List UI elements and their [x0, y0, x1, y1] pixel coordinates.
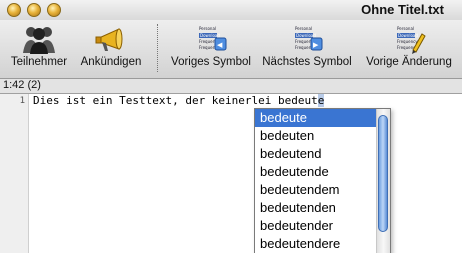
- announce-label: Ankündigen: [80, 56, 142, 68]
- participants-button[interactable]: Teilnehmer: [6, 24, 72, 68]
- autocomplete-item[interactable]: bedeutendem: [255, 181, 377, 199]
- status-bar: 1:42 (2): [0, 79, 462, 94]
- next-symbol-icon: Personal Download Frequency Frequency ▶: [295, 26, 323, 51]
- svg-text:◀: ◀: [217, 41, 223, 49]
- autocomplete-item[interactable]: bedeuten: [255, 127, 377, 145]
- previous-symbol-label: Voriges Symbol: [171, 56, 251, 68]
- line-text: Dies ist ein Testtext, der keinerlei bed…: [33, 94, 318, 107]
- autocomplete-item[interactable]: bedeutend: [255, 145, 377, 163]
- megaphone-icon: [95, 28, 123, 51]
- previous-change-button[interactable]: Personal Download Frequency Frequency Vo…: [359, 24, 459, 68]
- previous-change-icon: Personal Download Frequency Frequency: [397, 26, 426, 54]
- title-bar[interactable]: Ohne Titel.txt: [0, 0, 462, 20]
- scrollbar-thumb[interactable]: [378, 115, 388, 232]
- next-symbol-label: Nächstes Symbol: [262, 56, 352, 68]
- autocomplete-item[interactable]: bedeutender: [255, 217, 377, 235]
- autocomplete-item[interactable]: bedeutenden: [255, 199, 377, 217]
- svg-text:Download: Download: [398, 33, 418, 38]
- window-title: Ohne Titel.txt: [361, 2, 444, 17]
- autocomplete-item[interactable]: bedeutendere: [255, 235, 377, 253]
- svg-text:Download: Download: [296, 33, 316, 38]
- next-symbol-button[interactable]: Personal Download Frequency Frequency ▶ …: [259, 24, 355, 68]
- previous-symbol-icon: Personal Download Frequency Frequency ◀: [199, 26, 227, 51]
- previous-change-label: Vorige Änderung: [366, 56, 452, 68]
- text-editor[interactable]: 1 Dies ist ein Testtext, der keinerlei b…: [0, 94, 462, 253]
- autocomplete-popup[interactable]: bedeute bedeuten bedeutend bedeutende be…: [254, 108, 391, 253]
- participants-icon: [23, 27, 55, 54]
- participants-label: Teilnehmer: [10, 56, 68, 68]
- toolbar: Teilnehmer Ankündigen Personal Download …: [0, 20, 462, 79]
- svg-text:Personal: Personal: [295, 26, 312, 31]
- autocomplete-item[interactable]: bedeutende: [255, 163, 377, 181]
- svg-text:Frequency: Frequency: [397, 39, 418, 44]
- line-number: 1: [19, 96, 25, 106]
- line-number-gutter: 1: [0, 94, 29, 253]
- svg-text:Download: Download: [200, 33, 220, 38]
- editor-window: Ohne Titel.txt Teilnehmer Ankündigen Per…: [0, 0, 462, 253]
- toolbar-separator: [157, 24, 158, 72]
- cursor-position: 1:42 (2): [3, 79, 41, 91]
- svg-text:Personal: Personal: [199, 26, 216, 31]
- svg-text:▶: ▶: [313, 41, 319, 49]
- autocomplete-scrollbar[interactable]: [376, 109, 390, 253]
- previous-symbol-button[interactable]: Personal Download Frequency Frequency ◀ …: [166, 24, 256, 68]
- selected-text: e: [317, 94, 325, 107]
- autocomplete-item[interactable]: bedeute: [255, 109, 377, 127]
- svg-text:Personal: Personal: [397, 26, 414, 31]
- text-line[interactable]: Dies ist ein Testtext, der keinerlei bed…: [33, 94, 325, 107]
- announce-button[interactable]: Ankündigen: [77, 24, 145, 68]
